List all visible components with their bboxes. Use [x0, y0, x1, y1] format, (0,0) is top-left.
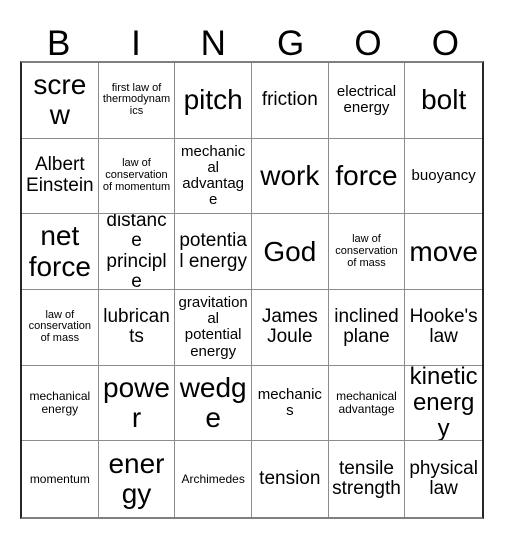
bingo-cell[interactable]: Albert Einstein — [22, 138, 99, 215]
bingo-cell[interactable]: work — [251, 138, 329, 215]
bingo-cell-label: work — [260, 159, 320, 191]
bingo-cell[interactable]: bolt — [405, 63, 482, 139]
bingo-header-letter-1: I — [131, 24, 141, 63]
bingo-cell[interactable]: law of conservation of mass — [328, 214, 406, 290]
bingo-cell[interactable]: move — [405, 214, 482, 290]
bingo-cell-label: net force — [28, 220, 91, 282]
bingo-cell[interactable]: first law of thermodynamics — [98, 63, 176, 139]
bingo-cell-label: move — [409, 235, 478, 267]
bingo-header-letter-3: G — [277, 24, 305, 63]
bingo-cell-label: screw — [33, 69, 87, 131]
bingo-cell-label: wedge — [179, 371, 247, 433]
bingo-cell[interactable]: momentum — [22, 441, 99, 517]
bingo-cell-label: bolt — [421, 84, 467, 116]
bingo-cell[interactable]: mechanical advantage — [175, 138, 252, 215]
bingo-cell[interactable]: potential energy — [175, 214, 252, 290]
bingo-cell-label: lubricants — [103, 305, 170, 348]
bingo-cell-label: law of conservation of mass — [28, 308, 92, 345]
bingo-cell-label: Albert Einstein — [26, 154, 94, 196]
bingo-grid: screw first law of thermodynamics pitch fri… — [20, 61, 484, 519]
bingo-cell[interactable]: wedge — [175, 365, 252, 442]
bingo-cell[interactable]: gravitational potential energy — [175, 289, 252, 366]
bingo-cell[interactable]: distance principle — [98, 214, 176, 290]
bingo-cell-label: momentum — [29, 471, 90, 486]
bingo-cell[interactable]: pitch — [175, 63, 252, 139]
bingo-cell[interactable]: buoyancy — [405, 138, 482, 215]
bingo-cell[interactable]: God — [251, 214, 329, 290]
bingo-card: B I N G O O screw first law of thermodynamics p… — [0, 0, 506, 544]
bingo-cell[interactable]: physical law — [405, 441, 482, 517]
bingo-cell[interactable]: energy — [98, 441, 176, 517]
bingo-cell[interactable]: mechanical energy — [22, 365, 99, 442]
bingo-cell[interactable]: mechanical advantage — [328, 365, 406, 442]
bingo-cell[interactable]: law of conservation of mass — [22, 289, 99, 366]
bingo-cell[interactable]: power — [98, 365, 176, 442]
bingo-cell[interactable]: tensile strength — [328, 441, 406, 517]
bingo-cell[interactable]: kinetic energy — [405, 365, 482, 442]
bingo-cell-label: kinetic energy — [409, 365, 478, 442]
bingo-cell-label: first law of thermodynamics — [102, 81, 171, 118]
bingo-cell[interactable]: mechanics — [251, 365, 329, 442]
bingo-header-letter-0: B — [46, 24, 71, 63]
bingo-cell-label: distance principle — [106, 214, 167, 290]
bingo-cell-label: mechanical advantage — [336, 389, 397, 416]
bingo-cell-label: electrical energy — [336, 83, 397, 117]
bingo-cell[interactable]: lubricants — [98, 289, 176, 366]
bingo-cell-label: law of conservation of mass — [335, 232, 398, 269]
bingo-header-letter-5: O — [431, 24, 459, 63]
bingo-cell-label: God — [263, 235, 317, 267]
bingo-cell-label: physical law — [409, 457, 478, 500]
bingo-cell[interactable]: James Joule — [251, 289, 329, 366]
bingo-cell[interactable]: force — [328, 138, 406, 215]
bingo-cell-label: power — [103, 371, 170, 433]
bingo-header-letter-2: N — [200, 24, 226, 63]
bingo-cell-label: potential energy — [179, 230, 247, 272]
bingo-cell[interactable]: screw — [22, 63, 99, 139]
bingo-cell[interactable]: friction — [251, 63, 329, 139]
bingo-cell-label: inclined plane — [334, 305, 399, 348]
bingo-cell-label: tensile strength — [332, 457, 401, 500]
bingo-cell[interactable]: electrical energy — [328, 63, 406, 139]
bingo-cell-label: mechanical advantage — [181, 142, 246, 209]
bingo-cell[interactable]: tension — [251, 441, 329, 517]
bingo-cell-label: Hooke's law — [409, 305, 478, 348]
bingo-cell-label: energy — [108, 447, 165, 510]
bingo-cell[interactable]: Hooke's law — [405, 289, 482, 366]
bingo-cell-label: mechanical energy — [29, 389, 91, 416]
bingo-cell-label: Archimedes — [181, 471, 245, 486]
bingo-cell-label: tension — [259, 467, 321, 489]
bingo-cell-label: mechanics — [257, 385, 322, 419]
bingo-cell-label: gravitational potential energy — [178, 293, 248, 360]
bingo-cell-label: buoyancy — [411, 166, 476, 184]
bingo-cell[interactable]: Archimedes — [175, 441, 252, 517]
bingo-cell[interactable]: net force — [22, 214, 99, 290]
bingo-cell-label: law of conservation of momentum — [102, 157, 171, 193]
bingo-header-letter-4: O — [354, 24, 382, 63]
bingo-cell[interactable]: inclined plane — [328, 289, 406, 366]
bingo-header: BINGOO — [20, 14, 484, 61]
bingo-cell-label: James Joule — [261, 305, 318, 348]
bingo-cell-label: pitch — [183, 84, 243, 116]
bingo-cell-label: force — [335, 159, 398, 191]
bingo-cell[interactable]: law of conservation of momentum — [98, 138, 176, 215]
bingo-cell-label: friction — [261, 89, 318, 111]
